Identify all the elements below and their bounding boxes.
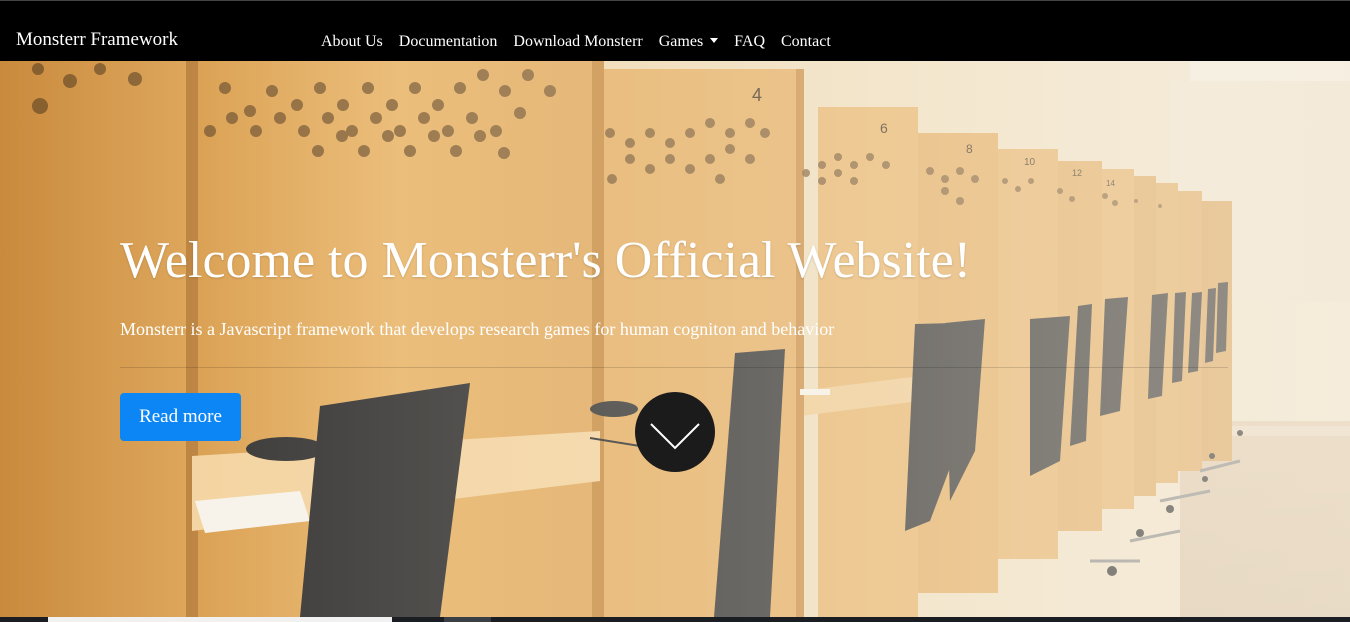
- nav-faq[interactable]: FAQ: [734, 33, 765, 51]
- caret-down-icon: [710, 38, 719, 43]
- hero-divider: [120, 367, 1228, 368]
- bottom-strip-segment: [48, 617, 392, 622]
- read-more-button[interactable]: Read more: [120, 393, 241, 441]
- nav-games-label: Games: [658, 33, 704, 50]
- nav-documentation[interactable]: Documentation: [399, 33, 498, 51]
- scroll-down-button[interactable]: [635, 392, 715, 472]
- brand-link[interactable]: Monsterr Framework: [16, 29, 178, 51]
- hero-section: 4 6 8 10 12 14: [0, 61, 1350, 617]
- nav-download-monsterr[interactable]: Download Monsterr: [513, 33, 642, 51]
- nav-about-us[interactable]: About Us: [321, 33, 383, 51]
- nav-links: About Us Documentation Download Monsterr…: [321, 32, 847, 52]
- chevron-down-icon: [650, 423, 700, 450]
- bottom-strip: [0, 617, 1350, 622]
- hero-title: Welcome to Monsterr's Official Website!: [120, 232, 972, 289]
- bottom-strip-segment: [444, 617, 491, 622]
- hero-subtitle: Monsterr is a Javascript framework that …: [120, 319, 835, 339]
- top-navbar: Monsterr Framework About Us Documentatio…: [0, 0, 1350, 61]
- nav-games-dropdown[interactable]: Games: [658, 33, 719, 51]
- nav-contact[interactable]: Contact: [781, 33, 831, 51]
